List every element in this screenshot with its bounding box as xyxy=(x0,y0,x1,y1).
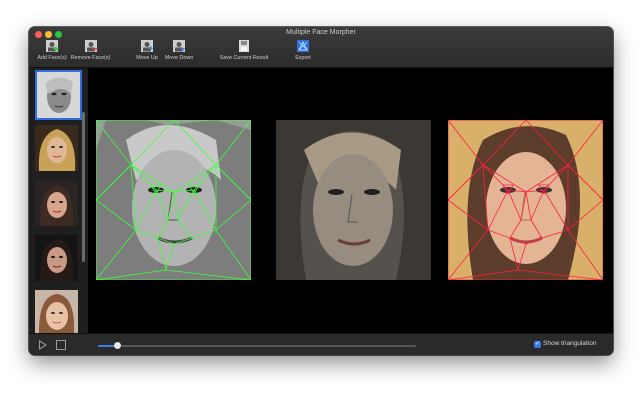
title-bar: Multiple Face Morpher Add Face(s) Remove… xyxy=(29,27,613,68)
show-triangulation-checkbox[interactable]: ✓ xyxy=(534,341,541,348)
save-icon xyxy=(239,40,249,52)
move-up-icon xyxy=(141,40,153,52)
face-thumbnail-4-image xyxy=(35,235,78,281)
stop-icon[interactable] xyxy=(56,340,66,350)
source-face-with-triangulation xyxy=(96,120,251,280)
checkmark-icon: ✓ xyxy=(534,341,541,347)
move-down-label: Move Down xyxy=(164,55,194,61)
add-face-icon xyxy=(46,40,59,52)
face-thumbnail-3[interactable] xyxy=(35,180,78,226)
face-thumbnail-2[interactable] xyxy=(35,125,78,171)
move-down-icon xyxy=(173,40,185,52)
remove-face-icon xyxy=(84,40,97,52)
face-thumbnail-1[interactable] xyxy=(35,70,82,120)
export-icon xyxy=(297,40,309,52)
playback-bar: ✓ Show triangulation xyxy=(29,333,613,355)
face-thumbnail-1-image xyxy=(37,72,80,118)
face-thumbnail-3-image xyxy=(35,180,78,226)
add-faces-label: Add Face(s) xyxy=(37,55,67,61)
target-face-image xyxy=(448,120,603,280)
face-thumbnail-4[interactable] xyxy=(35,235,78,281)
morphed-face-image xyxy=(276,120,431,280)
show-triangulation-label: Show triangulation xyxy=(543,340,597,347)
remove-faces-button[interactable]: Remove Face(s) xyxy=(69,39,112,61)
morph-progress-knob[interactable] xyxy=(114,342,122,349)
sidebar-scrollbar[interactable] xyxy=(82,112,85,262)
source-face-image xyxy=(96,120,251,280)
morph-progress-slider[interactable] xyxy=(98,342,416,349)
add-faces-button[interactable]: Add Face(s) xyxy=(34,39,70,61)
target-face-with-triangulation xyxy=(448,120,603,280)
export-button[interactable]: Export xyxy=(292,39,314,61)
face-thumbnail-5-image xyxy=(35,290,78,336)
save-current-result-button[interactable]: Save Current Result xyxy=(216,39,272,61)
morph-canvas xyxy=(88,68,613,333)
export-label: Export xyxy=(295,55,311,61)
face-thumbnail-2-image xyxy=(35,125,78,171)
move-up-button[interactable]: Move Up xyxy=(133,39,161,61)
save-current-result-label: Save Current Result xyxy=(219,55,269,61)
move-down-button[interactable]: Move Down xyxy=(162,39,196,61)
remove-faces-label: Remove Face(s) xyxy=(70,55,111,61)
play-icon[interactable] xyxy=(39,340,47,350)
app-window: Multiple Face Morpher Add Face(s) Remove… xyxy=(29,27,613,355)
face-thumbnail-5[interactable] xyxy=(35,290,78,336)
window-title: Multiple Face Morpher xyxy=(286,29,356,36)
face-list-sidebar xyxy=(29,68,88,336)
morphed-result-face xyxy=(276,120,431,280)
move-up-label: Move Up xyxy=(136,55,158,61)
